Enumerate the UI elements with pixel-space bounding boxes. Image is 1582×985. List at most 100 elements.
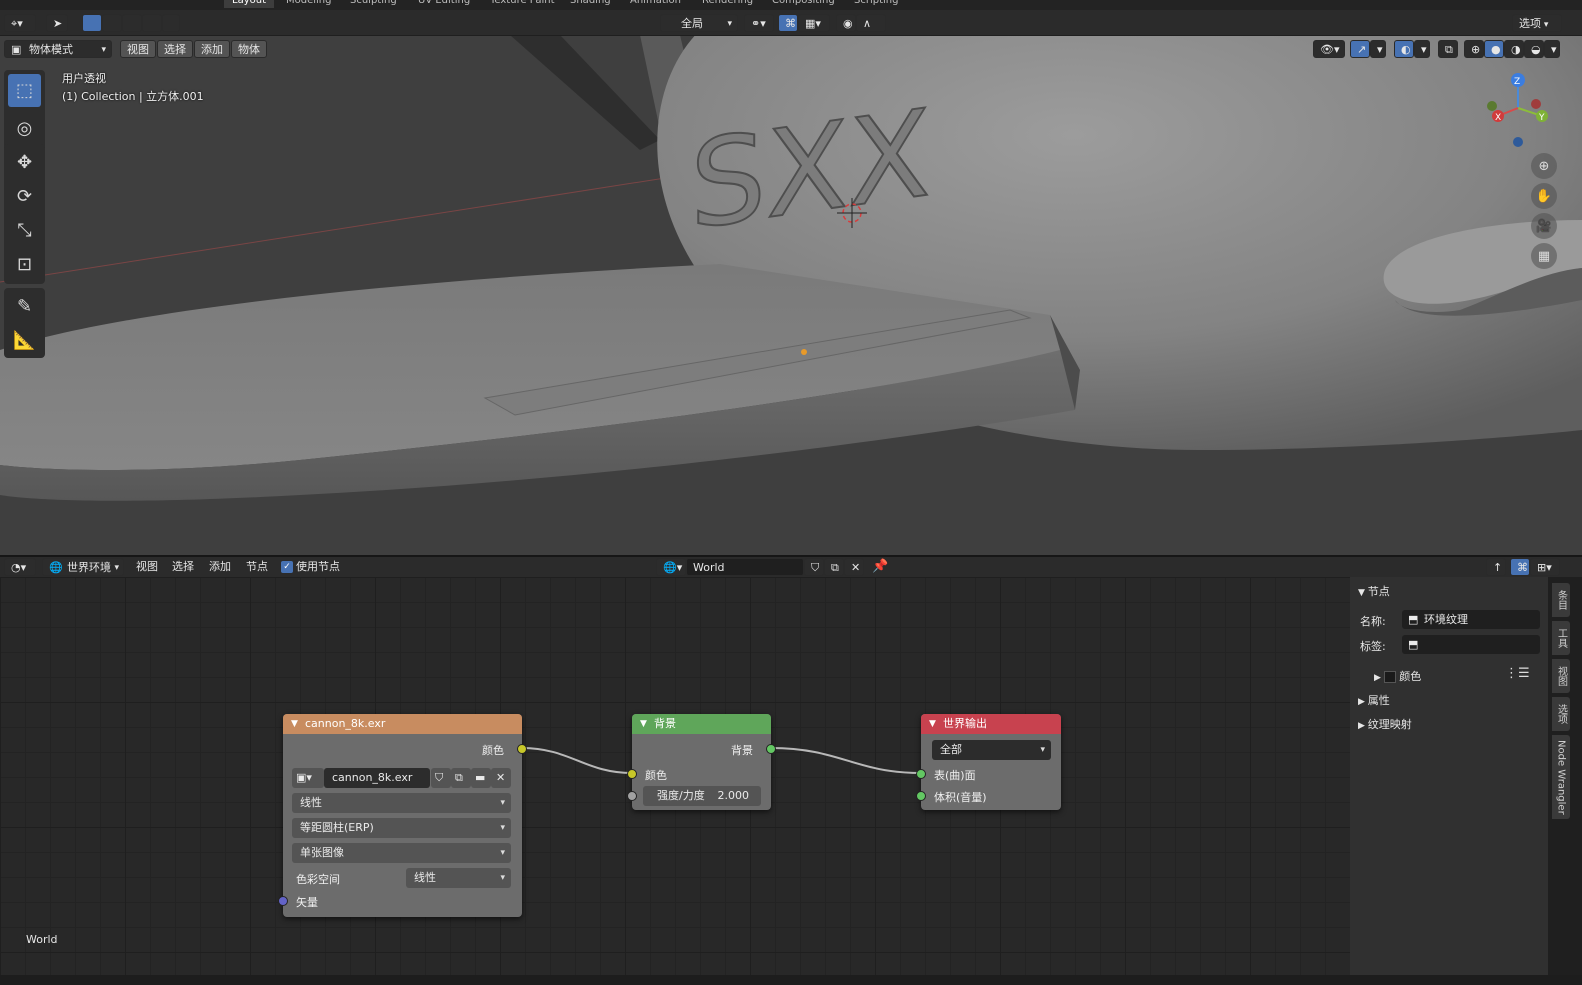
tab-view[interactable]: 视图	[1552, 659, 1570, 693]
world-name-field[interactable]: World	[686, 558, 804, 576]
chevron-down-icon[interactable]: ▾	[1414, 40, 1430, 58]
xray-icon[interactable]: ⧉	[1438, 40, 1458, 58]
node-name-field[interactable]: ⬒ 环境纹理	[1402, 610, 1540, 629]
chevron-down-icon[interactable]: ▾	[1370, 40, 1386, 58]
section-node-header[interactable]: ▼ 节点	[1358, 583, 1390, 599]
close-icon[interactable]: ✕	[844, 558, 864, 576]
input-color-socket[interactable]	[627, 769, 637, 779]
image-browse-icon[interactable]: ▣▾	[292, 768, 324, 788]
mode-dropdown[interactable]: ▣ 物体模式 ▾	[4, 40, 112, 58]
tab-rendering[interactable]: Rendering	[694, 0, 761, 8]
select-extend-icon[interactable]	[102, 14, 122, 32]
snap-toggle-icon[interactable]: ⌘	[778, 14, 798, 32]
move-icon[interactable]: ✥	[8, 146, 41, 179]
input-vector-socket[interactable]	[278, 896, 288, 906]
zoom-icon[interactable]: ⊕	[1531, 153, 1557, 179]
list-icon[interactable]: ⋮☰	[1505, 666, 1530, 681]
menu-view[interactable]: 视图	[120, 40, 156, 58]
menu-select[interactable]: 选择	[157, 40, 193, 58]
shader-type-dropdown[interactable]: 🌐 世界环境 ▾	[42, 558, 124, 576]
tab-layout[interactable]: Layout	[224, 0, 274, 8]
select-invert-icon[interactable]	[142, 14, 162, 32]
interpolation-dropdown[interactable]: 线性 ▾	[292, 793, 511, 813]
menu-object[interactable]: 物体	[231, 40, 267, 58]
snap-target-icon[interactable]: ▦▾	[798, 14, 830, 32]
source-dropdown[interactable]: 单张图像 ▾	[292, 843, 511, 863]
overlay-toggle-icon[interactable]: ◐	[1394, 40, 1414, 58]
fake-user-shield-icon[interactable]: ⛉	[804, 558, 824, 576]
measure-icon[interactable]: 📐	[8, 324, 41, 357]
node-header[interactable]: ▼ cannon_8k.exr	[283, 714, 522, 734]
color-checkbox[interactable]	[1383, 671, 1396, 683]
rotate-icon[interactable]: ⟳	[8, 180, 41, 213]
menu-node[interactable]: 节点	[246, 558, 268, 576]
menu-view[interactable]: 视图	[136, 558, 158, 576]
world-output-node[interactable]: ▼ 世界输出 全部 ▾ 表(曲)面 体积(音量)	[916, 714, 1061, 810]
pan-hand-icon[interactable]: ✋	[1531, 183, 1557, 209]
annotate-icon[interactable]: ✎	[8, 290, 41, 323]
tab-animation[interactable]: Animation	[622, 0, 689, 8]
input-surface-socket[interactable]	[916, 769, 926, 779]
duplicate-icon[interactable]: ⧉	[824, 558, 844, 576]
input-strength-socket[interactable]	[627, 791, 637, 801]
transform-icon[interactable]: ⊡	[8, 248, 41, 281]
texture-mapping-panel-header[interactable]: ▶ 纹理映射	[1358, 716, 1412, 732]
duplicate-icon[interactable]: ⧉	[451, 768, 471, 788]
editor-type-icon[interactable]: ⌖▾	[4, 14, 36, 32]
image-name-field[interactable]: cannon_8k.exr	[324, 768, 430, 788]
node-header[interactable]: ▼ 世界输出	[921, 714, 1061, 734]
tab-tool[interactable]: 工具	[1552, 621, 1570, 655]
render-shading-icon[interactable]: ◒	[1524, 40, 1544, 58]
node-header[interactable]: ▼ 背景	[632, 714, 771, 734]
collapse-triangle-icon[interactable]: ▼	[291, 714, 298, 734]
color-space-dropdown[interactable]: 线性 ▾	[406, 868, 511, 888]
env-texture-node[interactable]: ▼ cannon_8k.exr 颜色 ▣▾ cannon_8k.exr ⛉ ⧉ …	[278, 714, 527, 917]
camera-view-icon[interactable]: 🎥	[1531, 213, 1557, 239]
gizmo-toggle-icon[interactable]: ↗	[1350, 40, 1370, 58]
strength-field[interactable]: 强度/力度 2.000	[643, 786, 761, 806]
output-color-socket[interactable]	[517, 744, 527, 754]
options-dropdown[interactable]: 选项 ▾	[1512, 14, 1562, 32]
tab-item[interactable]: 条目	[1552, 583, 1570, 617]
transform-orientation-dropdown[interactable]: 全局 ▾	[660, 14, 738, 32]
node-label-field[interactable]: ⬒	[1402, 635, 1540, 654]
tab-node-wrangler[interactable]: Node Wrangler	[1552, 735, 1570, 819]
tab-scripting[interactable]: Scripting	[846, 0, 906, 8]
pin-icon[interactable]: 📌	[872, 559, 888, 574]
collapse-triangle-icon[interactable]: ▼	[929, 714, 936, 734]
use-nodes-checkbox[interactable]: ✓	[281, 561, 293, 573]
color-subpanel-header[interactable]: ▶ 颜色	[1374, 668, 1421, 684]
3d-viewport[interactable]: SXX ⌖▾ ➤ 全局 ▾ ⚭▾ ⌘ ▦▾ ◉ ∧ 选项 ▾ ▣ 物体模式 ▾ …	[0, 10, 1582, 555]
select-tool-icon[interactable]: ➤	[46, 14, 68, 32]
falloff-icon[interactable]: ∧	[856, 14, 886, 32]
tab-shading[interactable]: Shading	[562, 0, 619, 8]
pivot-point-icon[interactable]: ⚭▾	[744, 14, 774, 32]
menu-add[interactable]: 添加	[194, 40, 230, 58]
wireframe-shading-icon[interactable]: ⊕	[1464, 40, 1484, 58]
projection-dropdown[interactable]: 等距圆柱(ERP) ▾	[292, 818, 511, 838]
tab-uv-editing[interactable]: UV Editing	[410, 0, 478, 8]
select-box-icon[interactable]: ⬚	[8, 74, 41, 107]
tab-modeling[interactable]: Modeling	[278, 0, 340, 8]
target-dropdown[interactable]: 全部 ▾	[932, 740, 1051, 760]
menu-add[interactable]: 添加	[209, 558, 231, 576]
editor-type-icon[interactable]: ◔▾	[4, 558, 36, 576]
visibility-icon[interactable]: 👁▾	[1313, 40, 1345, 58]
tab-sculpting[interactable]: Sculpting	[342, 0, 405, 8]
collapse-triangle-icon[interactable]: ▼	[640, 714, 647, 734]
node-canvas[interactable]: ▼ cannon_8k.exr 颜色 ▣▾ cannon_8k.exr ⛉ ⧉ …	[0, 577, 1350, 975]
menu-select[interactable]: 选择	[172, 558, 194, 576]
parent-node-icon[interactable]: ↑	[1486, 558, 1506, 576]
tab-texture-paint[interactable]: Texture Paint	[482, 0, 563, 8]
open-folder-icon[interactable]: ▬	[471, 768, 491, 788]
snap-toggle-icon[interactable]: ⌘	[1510, 558, 1530, 576]
chevron-down-icon[interactable]: ▾	[1544, 40, 1560, 58]
scale-icon[interactable]: ⤡	[8, 214, 41, 247]
tab-compositing[interactable]: Compositing	[764, 0, 843, 8]
background-node[interactable]: ▼ 背景 背景 颜色 强度/力度 2.000	[627, 714, 776, 810]
properties-panel-header[interactable]: ▶ 属性	[1358, 692, 1390, 708]
cursor-icon[interactable]: ◎	[8, 112, 41, 145]
output-background-socket[interactable]	[766, 744, 776, 754]
material-shading-icon[interactable]: ◑	[1504, 40, 1524, 58]
proportional-edit-icon[interactable]: ◉	[836, 14, 856, 32]
